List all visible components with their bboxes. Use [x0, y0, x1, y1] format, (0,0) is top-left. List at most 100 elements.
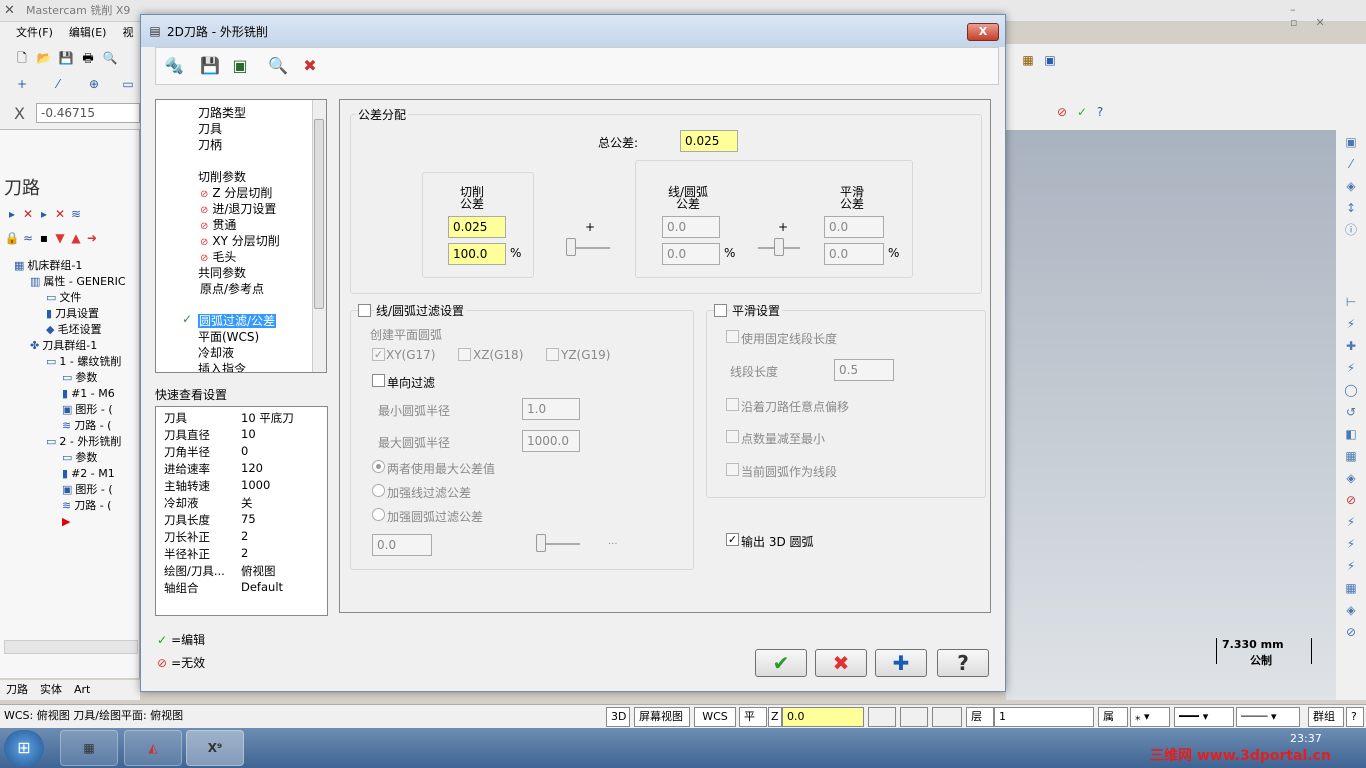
toolbar-icon-4[interactable]: ↕	[1343, 200, 1359, 216]
toolbar-icon-9[interactable]: ⚡	[1343, 360, 1359, 376]
shade-icon[interactable]	[900, 707, 928, 727]
operation-tree-item[interactable]: ≋ 刀路 - (	[8, 498, 140, 514]
new-file-icon[interactable]: 🗋	[14, 50, 30, 66]
min-radius-input[interactable]: 1.0	[522, 398, 580, 420]
arc-filter-radio[interactable]	[372, 508, 385, 521]
move-down-icon[interactable]: ▼	[52, 230, 68, 246]
nav-tree-item[interactable]: 插入指令	[198, 360, 246, 372]
layer-input[interactable]: 1	[994, 707, 1094, 727]
toolbar-icon-6[interactable]: ⊢	[1343, 294, 1359, 310]
print-icon[interactable]: 🖶	[80, 50, 96, 66]
x-coord-input[interactable]: -0.46715	[36, 103, 140, 123]
ok-button[interactable]: ✔	[755, 649, 807, 677]
nav-tree-item[interactable]: 共同参数	[198, 264, 246, 281]
line-width-select[interactable]: ──── ▾	[1236, 707, 1300, 727]
line-filter-radio[interactable]	[372, 484, 385, 497]
screen-view-button[interactable]: 屏幕视图	[634, 707, 690, 727]
arc-as-seg-checkbox[interactable]	[726, 463, 739, 476]
nav-tree-item[interactable]: 刀柄	[198, 136, 222, 153]
deselect-icon[interactable]: ✕	[20, 206, 36, 222]
output-3d-arc-checkbox[interactable]: ✓	[726, 533, 739, 546]
toggle-display-icon[interactable]: ≈	[20, 230, 36, 246]
stop-icon[interactable]: ⊘	[1054, 104, 1070, 120]
circle-icon[interactable]: ⊕	[86, 76, 102, 92]
toolbar-icon-19[interactable]: ◈	[1343, 602, 1359, 618]
reduce-points-checkbox[interactable]	[726, 430, 739, 443]
nav-tree-item[interactable]: ⊘ XY 分层切削	[200, 232, 280, 249]
toolbar-icon-7[interactable]: ⚡	[1343, 316, 1359, 332]
regen-dirty-icon[interactable]: ✕	[52, 206, 68, 222]
lock-icon[interactable]: 🔒	[4, 230, 20, 246]
toolbar-icon-18[interactable]: ▦	[1343, 580, 1359, 596]
filter-value-input[interactable]: 0.0	[372, 534, 432, 556]
operation-tree-item[interactable]: ▮ #1 - M6	[8, 386, 140, 402]
toolbar-icon-15[interactable]: ⚡	[1343, 514, 1359, 530]
seg-length-input[interactable]: 0.5	[834, 359, 894, 381]
help-button[interactable]: ?	[937, 649, 989, 677]
dialog-close-button[interactable]: X	[967, 23, 999, 41]
operation-tree-item[interactable]: ✤ 刀具群组-1	[8, 338, 140, 354]
operation-tree-item[interactable]: ▥ 属性 - GENERIC	[8, 274, 140, 290]
status-help-button[interactable]: ?	[1346, 707, 1364, 727]
nav-tree-item[interactable]: ✓ 圆弧过滤/公差	[182, 312, 277, 329]
operation-tree-item[interactable]: ▣ 图形 - (	[8, 402, 140, 418]
nav-tree-item[interactable]: 切削参数	[198, 168, 246, 185]
along-offset-checkbox[interactable]	[726, 398, 739, 411]
group-button[interactable]: 群组	[1308, 707, 1344, 727]
fixed-seg-checkbox[interactable]	[726, 330, 739, 343]
nav-tree-item[interactable]: 平面(WCS)	[198, 328, 259, 345]
nav-tree-item[interactable]: ⊘ 贯通	[200, 216, 236, 233]
nav-tree-item[interactable]: 刀路类型	[198, 104, 246, 121]
help-icon[interactable]: ?	[1092, 104, 1108, 120]
operation-tree-item[interactable]: ▭ 参数	[8, 450, 140, 466]
toolbar-icon-1[interactable]: ▣	[1343, 134, 1359, 150]
rectangle-icon[interactable]: ▭	[120, 76, 136, 92]
nav-tree-item[interactable]: ⊘ 毛头	[200, 248, 236, 265]
toolbar-icon-2[interactable]: ⁄	[1343, 156, 1359, 172]
nav-tree-item[interactable]: 刀具	[198, 120, 222, 137]
open-file-icon[interactable]: 📂	[36, 50, 52, 66]
select-all-icon[interactable]: ▸	[4, 206, 20, 222]
tab-art[interactable]: Art	[74, 683, 90, 696]
toolbar-icon-17[interactable]: ⚡	[1343, 558, 1359, 574]
color-icon[interactable]	[868, 707, 896, 727]
calculator-icon[interactable]: ▦	[60, 730, 118, 766]
toolbar-icon-8[interactable]: ✚	[1343, 338, 1359, 354]
check-circle-icon[interactable]: ✓	[1074, 104, 1090, 120]
operation-tree-item[interactable]: ▮ 刀具设置	[8, 306, 140, 322]
line-arc-tolerance-input[interactable]: 0.0	[662, 216, 720, 238]
cut-line-slider-thumb[interactable]	[566, 238, 576, 256]
one-way-filter-checkbox[interactable]	[372, 374, 385, 387]
move-up-icon[interactable]: ▲	[68, 230, 84, 246]
point-icon[interactable]: +	[14, 76, 30, 92]
tree-horizontal-scrollbar[interactable]	[4, 640, 138, 654]
toolbar-stop-icon[interactable]: ⊘	[1343, 492, 1359, 508]
operation-tree-item[interactable]: ▭ 参数	[8, 370, 140, 386]
operation-tree-item[interactable]: ▭ 2 - 外形铣削	[8, 434, 140, 450]
tab-solids[interactable]: 实体	[40, 683, 62, 696]
operation-tree-item[interactable]: ▮ #2 - M1	[8, 466, 140, 482]
3d-toggle[interactable]: 3D	[606, 707, 630, 727]
view-icon[interactable]: 🔍	[266, 54, 290, 78]
operation-tree-item[interactable]: ▣ 图形 - (	[8, 482, 140, 498]
smooth-tolerance-input[interactable]: 0.0	[824, 216, 884, 238]
post-icon[interactable]: ▪	[36, 230, 52, 246]
z-depth-input[interactable]: 0.0	[782, 707, 864, 727]
clipboard-icon[interactable]: ▦	[1020, 52, 1036, 68]
both-max-radio[interactable]	[372, 460, 385, 473]
save-icon[interactable]: 💾	[198, 54, 222, 78]
layer-label[interactable]: 层别	[966, 707, 994, 741]
smooth-percent-input[interactable]: 0.0	[824, 243, 884, 265]
arc-filter-checkbox[interactable]	[358, 304, 371, 317]
start-button-icon[interactable]: ⊞	[4, 730, 44, 766]
delete-icon[interactable]: ✖	[298, 54, 322, 78]
toolbar-icon-20[interactable]: ⊘	[1343, 624, 1359, 640]
total-tolerance-input[interactable]: 0.025	[680, 130, 738, 152]
layout-icon[interactable]: ▣	[1042, 52, 1058, 68]
line-icon[interactable]: ⁄	[50, 76, 66, 92]
mastercam-taskbar-icon[interactable]: X⁹	[186, 730, 244, 766]
line-style-select[interactable]: ━━━ ▾	[1174, 707, 1234, 727]
surface-color-icon[interactable]	[932, 707, 962, 727]
apply-button[interactable]: ✚	[875, 649, 927, 677]
menu-edit[interactable]: 编辑(E)	[69, 26, 107, 39]
